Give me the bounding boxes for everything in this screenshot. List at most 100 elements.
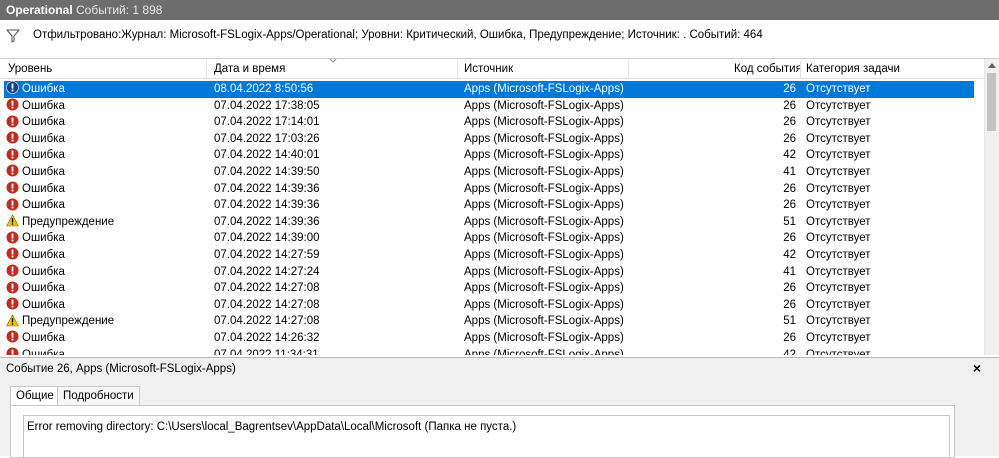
cell-level: Предупреждение [6, 313, 114, 330]
cell-date: 07.04.2022 14:39:36 [214, 199, 320, 212]
cell-level-text: Ошибка [22, 232, 65, 245]
cell-source: Apps (Microsoft-FSLogix-Apps) [464, 149, 624, 162]
column-level[interactable]: Уровень [8, 63, 52, 78]
table-row[interactable]: Ошибка 07.04.2022 14:27:08 Apps (Microsoft… [4, 280, 974, 297]
cell-level: Ошибка [6, 330, 65, 347]
table-row[interactable]: Ошибка 07.04.2022 17:03:26 Apps (Microsoft… [4, 131, 974, 148]
column-source[interactable]: Источник [464, 63, 513, 78]
cell-source: Apps (Microsoft-FSLogix-Apps) [464, 83, 624, 95]
cell-level: Предупреждение [6, 214, 114, 231]
event-count: Событий: 1 898 [76, 3, 163, 17]
cell-level: Ошибка [6, 230, 65, 247]
table-row[interactable]: Ошибка 07.04.2022 14:39:36 Apps (Microsoft… [4, 181, 974, 198]
table-row[interactable]: Ошибка 07.04.2022 14:27:08 Apps (Microsoft… [4, 297, 974, 314]
column-event-id[interactable]: Код события [734, 63, 802, 78]
cell-source: Apps (Microsoft-FSLogix-Apps) [464, 265, 624, 278]
cell-level: Ошибка [6, 114, 65, 131]
cell-source: Apps (Microsoft-FSLogix-Apps) [464, 315, 624, 328]
error-icon [6, 347, 19, 355]
event-message: Error removing directory: C:\Users\local… [27, 421, 517, 433]
cell-source: Apps (Microsoft-FSLogix-Apps) [464, 232, 624, 245]
table-row[interactable]: Ошибка 07.04.2022 14:26:32 Apps (Microsoft… [4, 330, 974, 347]
table-row[interactable]: Ошибка 08.04.2022 8:50:56 Apps (Microsoft-… [4, 81, 974, 98]
cell-date: 07.04.2022 14:27:08 [214, 282, 320, 295]
tab-details[interactable]: Подробности [57, 386, 140, 407]
cell-level: Ошибка [6, 247, 65, 264]
scrollbar-thumb[interactable] [987, 73, 996, 131]
table-row[interactable]: Ошибка 07.04.2022 14:27:59 Apps (Microsoft… [4, 247, 974, 264]
cell-level: Ошибка [6, 347, 65, 355]
cell-level-text: Ошибка [22, 99, 65, 112]
cell-level: Ошибка [6, 264, 65, 281]
general-tab-panel: Error removing directory: C:\Users\local… [10, 405, 955, 458]
table-header: Уровень Дата и время Источник Код событи… [0, 59, 990, 79]
column-date[interactable]: Дата и время [214, 63, 285, 78]
cell-source: Apps (Microsoft-FSLogix-Apps) [464, 132, 624, 145]
cell-category: Отсутствует [806, 248, 871, 261]
cell-date: 07.04.2022 17:38:05 [214, 99, 320, 112]
cell-level: Ошибка [6, 147, 65, 164]
cell-source: Apps (Microsoft-FSLogix-Apps) [464, 99, 624, 112]
cell-category: Отсутствует [806, 265, 871, 278]
cell-date: 08.04.2022 8:50:56 [214, 83, 314, 95]
cell-level-text: Ошибка [22, 265, 65, 278]
error-icon [6, 81, 19, 95]
cell-event-id: 26 [783, 116, 796, 129]
cell-category: Отсутствует [806, 282, 871, 295]
table-row[interactable]: Ошибка 07.04.2022 17:38:05 Apps (Microsoft… [4, 98, 974, 115]
error-icon [6, 181, 19, 194]
cell-date: 07.04.2022 14:26:32 [214, 331, 320, 344]
cell-date: 07.04.2022 14:27:24 [214, 265, 320, 278]
cell-level-text: Ошибка [22, 165, 65, 178]
sort-descending-icon [329, 59, 337, 63]
table-row[interactable]: Предупреждение 07.04.2022 14:27:08 Apps (M… [4, 313, 974, 330]
cell-date: 07.04.2022 14:39:36 [214, 182, 320, 195]
cell-source: Apps (Microsoft-FSLogix-Apps) [464, 282, 624, 295]
column-category[interactable]: Категория задачи [806, 63, 900, 78]
cell-date: 07.04.2022 11:34:31 [214, 348, 319, 356]
filter-bar: Отфильтровано:Журнал: Microsoft-FSLogix-… [0, 21, 999, 59]
log-header: Operational Событий: 1 898 [0, 0, 999, 20]
table-row[interactable]: Ошибка 07.04.2022 17:14:01 Apps (Microsoft… [4, 114, 974, 131]
cell-source: Apps (Microsoft-FSLogix-Apps) [464, 348, 624, 356]
table-row[interactable]: Предупреждение 07.04.2022 14:39:36 Apps (M… [4, 214, 974, 231]
cell-level: Ошибка [6, 197, 65, 214]
column-divider[interactable] [800, 61, 801, 79]
close-icon[interactable]: × [973, 360, 981, 376]
error-icon [6, 148, 19, 161]
error-icon [6, 247, 19, 260]
column-divider[interactable] [628, 61, 629, 79]
table-row[interactable]: Ошибка 07.04.2022 14:39:36 Apps (Microsoft… [4, 197, 974, 214]
scroll-up-icon[interactable] [988, 63, 996, 68]
cell-category: Отсутствует [806, 132, 871, 145]
cell-source: Apps (Microsoft-FSLogix-Apps) [464, 215, 624, 228]
cell-event-id: 42 [783, 248, 796, 261]
cell-event-id: 26 [783, 132, 796, 145]
event-message-box[interactable]: Error removing directory: C:\Users\local… [23, 415, 950, 458]
table-row[interactable]: Ошибка 07.04.2022 11:34:31 Apps (Microsoft… [4, 347, 974, 356]
cell-category: Отсутствует [806, 99, 871, 112]
cell-category: Отсутствует [806, 182, 871, 195]
table-row[interactable]: Ошибка 07.04.2022 14:39:00 Apps (Microsoft… [4, 230, 974, 247]
cell-source: Apps (Microsoft-FSLogix-Apps) [464, 199, 624, 212]
column-divider[interactable] [206, 61, 207, 79]
cell-event-id: 26 [783, 298, 796, 311]
cell-source: Apps (Microsoft-FSLogix-Apps) [464, 248, 624, 261]
cell-level-text: Ошибка [22, 116, 65, 129]
cell-level: Ошибка [6, 164, 65, 181]
cell-event-id: 41 [783, 265, 796, 278]
cell-category: Отсутствует [806, 165, 871, 178]
cell-level-text: Ошибка [22, 298, 65, 311]
table-row[interactable]: Ошибка 07.04.2022 14:39:50 Apps (Microsoft… [4, 164, 974, 181]
vertical-scrollbar[interactable] [984, 59, 999, 355]
cell-date: 07.04.2022 14:39:36 [214, 215, 320, 228]
error-icon [6, 231, 19, 244]
table-row[interactable]: Ошибка 07.04.2022 14:27:24 Apps (Microsoft… [4, 264, 974, 281]
error-icon [6, 131, 19, 144]
column-divider[interactable] [457, 61, 458, 79]
table-row[interactable]: Ошибка 07.04.2022 14:40:01 Apps (Microsoft… [4, 147, 974, 164]
cell-level-text: Ошибка [22, 149, 65, 162]
cell-event-id: 26 [783, 232, 796, 245]
cell-category: Отсутствует [806, 199, 871, 212]
cell-event-id: 51 [783, 215, 796, 228]
